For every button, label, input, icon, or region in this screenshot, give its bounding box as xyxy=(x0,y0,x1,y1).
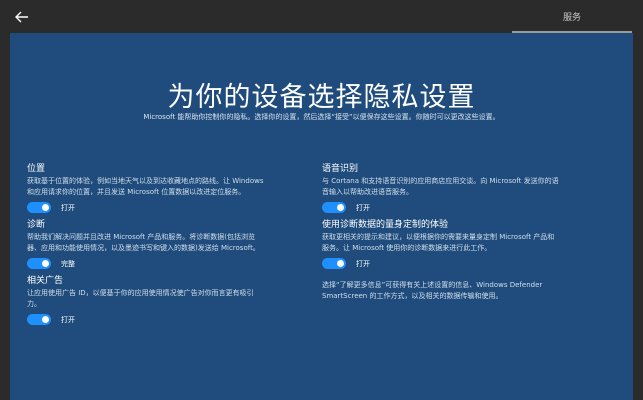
page-subtitle: Microsoft 能帮助你控制你的隐私。选择你的设置，然后选择“接受”以便保存… xyxy=(143,113,500,121)
speech-section: 语音识别 与 Cortana 和支持语音识别的应用商店应用交谈。向 Micros… xyxy=(322,163,617,214)
tailored-description: 获取更相关的提示和建议，以便根据你的需要来量身定制 Microsoft 产品和 … xyxy=(322,233,555,252)
privacy-settings-panel: 为你的设备选择隐私设置 Microsoft 能帮助你控制你的隐私。选择你的设置，… xyxy=(10,33,633,400)
diagnostics-toggle-label: 完整 xyxy=(61,259,75,268)
toggle-knob xyxy=(337,204,344,211)
tailored-toggle-label: 打开 xyxy=(356,259,370,268)
page-title: 为你的设备选择隐私设置 xyxy=(167,82,476,113)
speech-description: 与 Cortana 和支持语音识别的应用商店应用交谈。向 Microsoft 发… xyxy=(322,177,559,196)
ads-title: 相关广告 xyxy=(27,276,64,286)
window: 服务 为你的设备选择隐私设置 Microsoft 能帮助你控制你的隐私。选择你的… xyxy=(0,0,643,400)
location-title: 位置 xyxy=(27,164,46,174)
title-bar: 服务 xyxy=(0,0,643,33)
location-toggle-row: 打开 xyxy=(27,201,312,214)
back-arrow-icon xyxy=(15,11,28,23)
diagnostics-toggle-row: 完整 xyxy=(27,257,312,270)
location-description: 获取基于位置的体验，例如当地天气以及到达收藏地点的路线。让 Windows 和应… xyxy=(27,177,264,196)
tailored-toggle[interactable] xyxy=(322,258,346,269)
tailored-title: 使用诊断数据的量身定制的体验 xyxy=(322,220,449,230)
location-toggle[interactable] xyxy=(27,202,51,213)
speech-toggle-row: 打开 xyxy=(322,201,617,214)
ads-description: 让应用使用广告 ID，以便基于你的应用使用情况使广告对你而言更有吸引 力。 xyxy=(27,289,254,308)
toggle-knob xyxy=(337,260,344,267)
tab-services[interactable]: 服务 xyxy=(512,0,632,33)
toggle-knob xyxy=(42,204,49,211)
left-column: 位置 获取基于位置的体验，例如当地天气以及到达收藏地点的路线。让 Windows… xyxy=(27,163,312,326)
ads-section: 相关广告 让应用使用广告 ID，以便基于你的应用使用情况使广告对你而言更有吸引 … xyxy=(27,275,312,326)
ads-toggle-row: 打开 xyxy=(27,313,312,326)
diagnostics-section: 诊断 帮助我们解决问题并且改进 Microsoft 产品和服务。将诊断数据(包括… xyxy=(27,219,312,270)
diagnostics-description: 帮助我们解决问题并且改进 Microsoft 产品和服务。将诊断数据(包括浏览 … xyxy=(27,233,260,252)
ads-toggle-label: 打开 xyxy=(61,315,75,324)
toggle-knob xyxy=(42,316,49,323)
toggle-knob xyxy=(42,260,49,267)
speech-title: 语音识别 xyxy=(322,164,359,174)
learn-more-note: 选择“了解更多信息”可获得有关上述设置的信息、Windows Defender … xyxy=(322,281,543,300)
diagnostics-toggle[interactable] xyxy=(27,258,51,269)
back-button[interactable] xyxy=(10,6,34,28)
location-toggle-label: 打开 xyxy=(61,203,75,212)
tailored-section: 使用诊断数据的量身定制的体验 获取更相关的提示和建议，以便根据你的需要来量身定制… xyxy=(322,219,617,270)
diagnostics-title: 诊断 xyxy=(27,220,46,230)
location-section: 位置 获取基于位置的体验，例如当地天气以及到达收藏地点的路线。让 Windows… xyxy=(27,163,312,214)
ads-toggle[interactable] xyxy=(27,314,51,325)
speech-toggle-label: 打开 xyxy=(356,203,370,212)
tailored-toggle-row: 打开 xyxy=(322,257,617,270)
right-column: 语音识别 与 Cortana 和支持语音识别的应用商店应用交谈。向 Micros… xyxy=(322,163,617,302)
speech-toggle[interactable] xyxy=(322,202,346,213)
